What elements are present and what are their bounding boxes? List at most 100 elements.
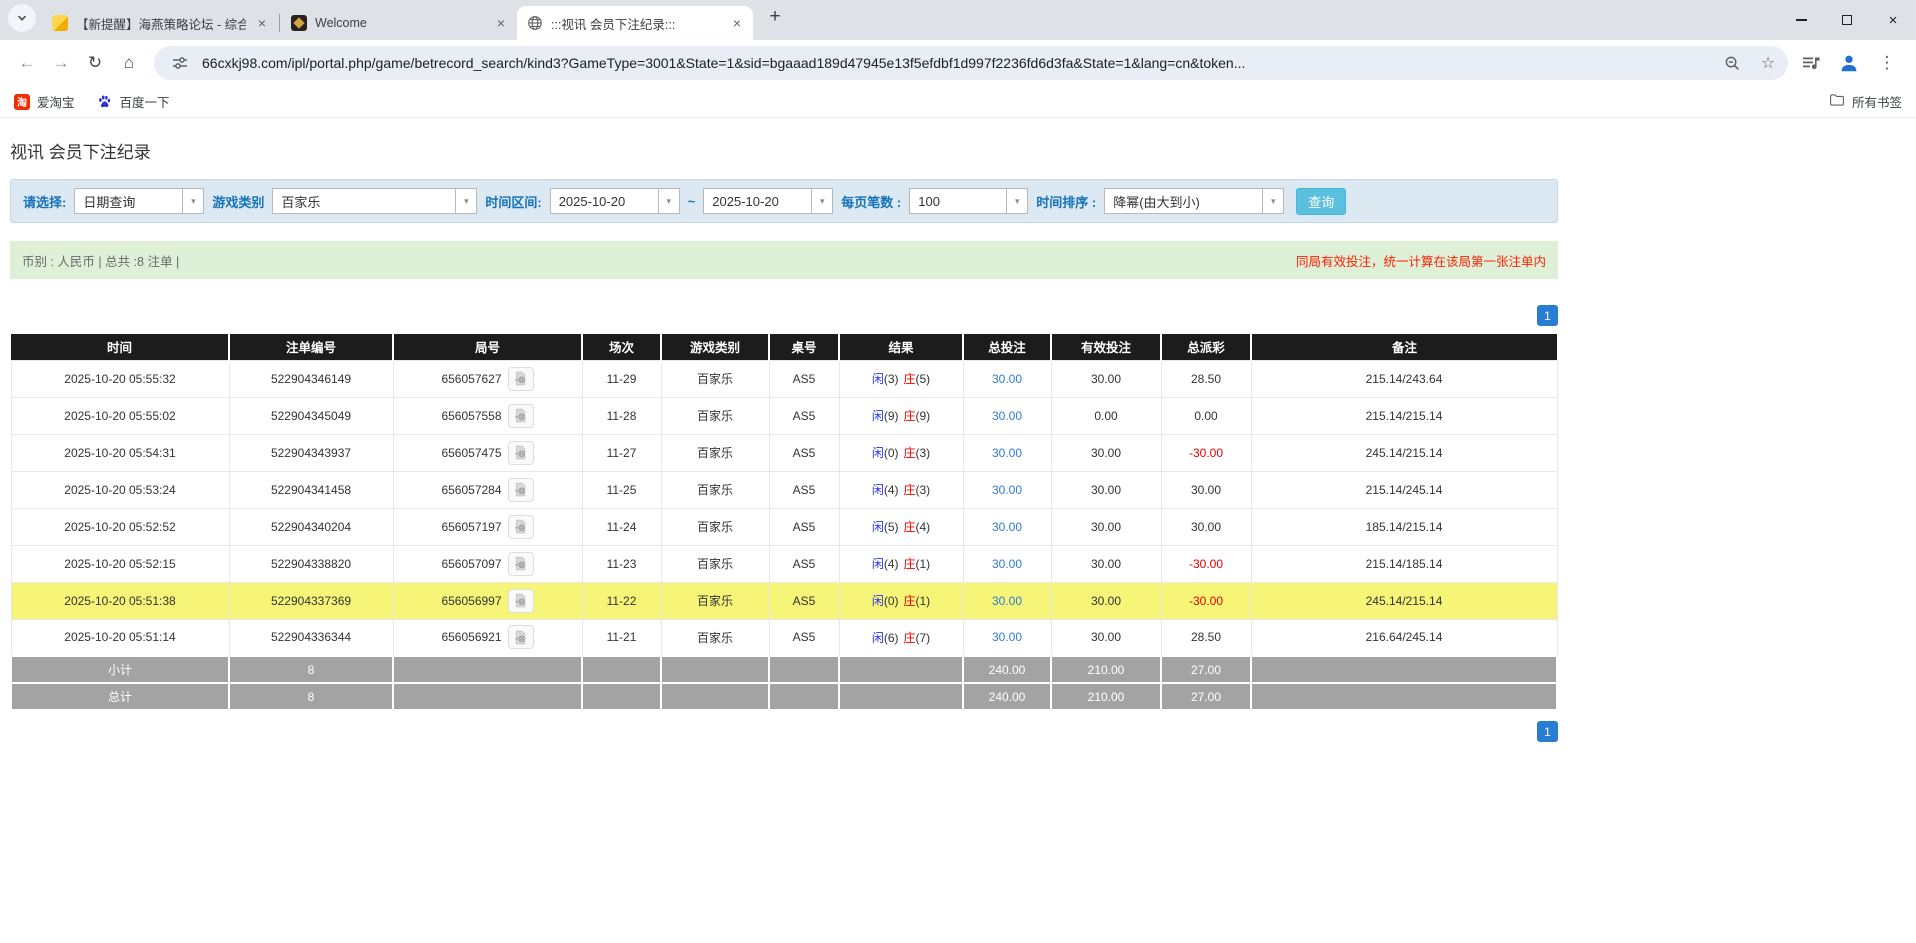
cell-result: 闲(5)庄(4) (839, 508, 963, 545)
cell-total-bet[interactable]: 30.00 (963, 508, 1051, 545)
search-button[interactable]: 查询 (1296, 188, 1346, 215)
bookmark-baidu[interactable]: 百度一下 (97, 92, 170, 111)
date-from-select[interactable]: 2025-10-20 ▾ (550, 188, 680, 214)
close-window-button[interactable]: × (1870, 0, 1916, 40)
cell-round: 656057475 (393, 434, 582, 471)
close-tab-icon[interactable]: × (729, 15, 745, 31)
cell-total-bet[interactable]: 30.00 (963, 434, 1051, 471)
header-payout: 总派彩 (1161, 334, 1251, 360)
date-to-select[interactable]: 2025-10-20 ▾ (703, 188, 833, 214)
tab-title: Welcome (315, 16, 485, 30)
table-row: 2025-10-20 05:51:14 522904336344 6560569… (11, 619, 1557, 656)
total-payout: 27.00 (1161, 683, 1251, 710)
cell-total-bet[interactable]: 30.00 (963, 619, 1051, 656)
cell-time: 2025-10-20 05:51:14 (11, 619, 229, 656)
url-text: 66cxkj98.com/ipl/portal.php/game/betreco… (202, 55, 1710, 71)
video-replay-button[interactable] (508, 478, 534, 502)
round-number: 656057097 (441, 557, 501, 571)
cell-round: 656057627 (393, 360, 582, 397)
cell-total-bet[interactable]: 30.00 (963, 582, 1051, 619)
close-tab-icon[interactable]: × (493, 15, 509, 31)
cell-total-bet[interactable]: 30.00 (963, 545, 1051, 582)
new-tab-button[interactable]: + (761, 3, 789, 31)
per-page-select[interactable]: 100 ▾ (909, 188, 1028, 214)
video-replay-button[interactable] (508, 367, 534, 391)
cell-result: 闲(0)庄(3) (839, 434, 963, 471)
filter-bar: 请选择: 日期查询 ▾ 游戏类别 百家乐 ▾ 时间区间: 2025-10-20 … (10, 179, 1558, 223)
film-icon (513, 482, 528, 497)
video-replay-button[interactable] (508, 589, 534, 613)
reload-button[interactable]: ↻ (78, 46, 112, 80)
menu-icon[interactable]: ⋮ (1872, 48, 1902, 78)
bookmark-star-icon[interactable]: ☆ (1754, 49, 1782, 77)
dark-gold-icon (291, 15, 307, 31)
bookmark-taobao[interactable]: 淘 爱淘宝 (14, 92, 75, 111)
player-result: 闲 (872, 557, 884, 571)
table-row: 2025-10-20 05:52:52 522904340204 6560571… (11, 508, 1557, 545)
film-icon (513, 445, 528, 460)
round-number: 656056997 (441, 594, 501, 608)
zoom-out-icon[interactable] (1718, 49, 1746, 77)
cell-table-no: AS5 (769, 360, 839, 397)
address-bar[interactable]: 66cxkj98.com/ipl/portal.php/game/betreco… (154, 46, 1788, 80)
maximize-button[interactable] (1824, 0, 1870, 40)
tab-betrecord-active[interactable]: :::视讯 会员下注纪录::: × (517, 6, 753, 40)
back-button[interactable]: ← (10, 46, 44, 80)
video-replay-button[interactable] (508, 552, 534, 576)
cell-table-no: AS5 (769, 508, 839, 545)
video-replay-button[interactable] (508, 515, 534, 539)
chevron-down-icon: ▾ (182, 188, 204, 214)
chevron-down-icon: ▾ (1006, 188, 1028, 214)
toolbar-right-icons: ⋮ (1796, 48, 1906, 78)
forward-button[interactable]: → (44, 46, 78, 80)
page-1-button[interactable]: 1 (1537, 305, 1558, 326)
tab-forum[interactable]: 【新提醒】海燕策略论坛 - 综合 × (42, 6, 278, 40)
close-tab-icon[interactable]: × (254, 15, 270, 31)
cell-time: 2025-10-20 05:52:15 (11, 545, 229, 582)
cell-game-type: 百家乐 (661, 434, 769, 471)
header-total-bet: 总投注 (963, 334, 1051, 360)
query-type-select[interactable]: 日期查询 ▾ (74, 188, 204, 214)
date-range-tilde: ~ (688, 194, 696, 209)
profile-avatar[interactable] (1834, 48, 1864, 78)
tab-search-button[interactable] (8, 4, 36, 32)
sort-select[interactable]: 降幂(由大到小) ▾ (1104, 188, 1284, 214)
video-replay-button[interactable] (508, 625, 534, 649)
cell-total-bet[interactable]: 30.00 (963, 471, 1051, 508)
media-controls-icon[interactable] (1796, 48, 1826, 78)
banker-points: (5) (916, 372, 931, 386)
cell-total-bet[interactable]: 30.00 (963, 397, 1051, 434)
banker-result: 庄 (904, 631, 916, 645)
date-range-label: 时间区间: (485, 192, 541, 211)
tab-welcome[interactable]: Welcome × (281, 6, 517, 40)
cell-valid-bet: 0.00 (1051, 397, 1161, 434)
video-replay-button[interactable] (508, 404, 534, 428)
video-replay-button[interactable] (508, 441, 534, 465)
game-type-select[interactable]: 百家乐 ▾ (272, 188, 477, 214)
film-icon (513, 408, 528, 423)
cell-round: 656057197 (393, 508, 582, 545)
home-button[interactable]: ⌂ (112, 46, 146, 80)
cell-game-type: 百家乐 (661, 545, 769, 582)
cell-total-bet[interactable]: 30.00 (963, 360, 1051, 397)
cell-time: 2025-10-20 05:54:31 (11, 434, 229, 471)
table-row: 2025-10-20 05:51:38 522904337369 6560569… (11, 582, 1557, 619)
page-1-button[interactable]: 1 (1537, 721, 1558, 742)
cell-session: 11-24 (582, 508, 661, 545)
banker-points: (3) (916, 483, 931, 497)
round-number: 656056921 (441, 630, 501, 644)
banker-result: 庄 (904, 520, 916, 534)
banker-points: (1) (916, 594, 931, 608)
per-page-value: 100 (909, 188, 1006, 214)
all-bookmarks[interactable]: 所有书签 (1829, 92, 1902, 111)
round-number: 656057475 (441, 446, 501, 460)
bookmark-label: 百度一下 (120, 92, 170, 111)
cell-bet-id: 522904336344 (229, 619, 393, 656)
site-info-icon[interactable] (166, 49, 194, 77)
banker-result: 庄 (904, 446, 916, 460)
minimize-button[interactable] (1778, 0, 1824, 40)
header-game-type: 游戏类别 (661, 334, 769, 360)
player-result: 闲 (872, 409, 884, 423)
cell-note: 245.14/215.14 (1251, 582, 1557, 619)
banker-points: (9) (916, 409, 931, 423)
